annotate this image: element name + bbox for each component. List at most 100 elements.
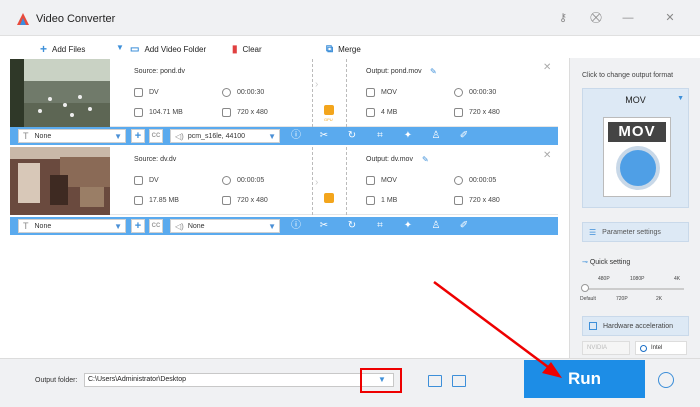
watermark-icon[interactable]: ♙ <box>430 220 442 232</box>
merge-icon: ⧉ <box>326 43 334 55</box>
hardware-acceleration-toggle[interactable]: Hardware acceleration <box>582 316 689 336</box>
close-icon[interactable]: ✕ <box>662 10 678 26</box>
open-folder-icon[interactable] <box>428 375 442 387</box>
clock-icon <box>222 88 231 97</box>
edit-icon[interactable]: ✐ <box>458 220 470 232</box>
format-icon <box>134 176 143 185</box>
source-size: 104.71 MB <box>134 108 183 117</box>
resolution-icon <box>454 108 463 117</box>
remove-file-icon[interactable]: ✕ <box>543 150 551 161</box>
quality-slider[interactable] <box>584 288 684 290</box>
checkbox-icon <box>589 322 597 330</box>
add-files-button[interactable]: + Add Files <box>40 42 85 56</box>
video-preview-icon[interactable] <box>452 375 466 387</box>
source-format-value: DV <box>149 177 159 184</box>
divider <box>346 59 347 127</box>
audio-track-value: pcm_s16le, 44100 <box>187 132 246 140</box>
info-icon[interactable]: ⓘ <box>290 130 302 142</box>
tick-label: 1080P <box>630 276 645 282</box>
chevron-down-icon: ▼ <box>114 132 122 141</box>
output-resolution-value: 720 x 480 <box>469 109 500 116</box>
slider-icon: ⊸ <box>582 259 590 266</box>
merge-button[interactable]: ⧉ Merge <box>326 42 361 56</box>
tick-label: 2K <box>656 296 663 302</box>
source-resolution: 720 x 480 <box>222 108 268 117</box>
text-icon: T <box>23 221 29 231</box>
minimize-icon[interactable]: — <box>620 10 636 26</box>
output-format-value: MOV <box>381 177 397 184</box>
speaker-icon: ◁) <box>175 131 184 141</box>
edit-pencil-icon[interactable]: ✎ <box>422 155 429 164</box>
source-duration-value: 00:00:05 <box>237 177 265 184</box>
resolution-icon <box>222 108 231 117</box>
crop-icon[interactable]: ⌗ <box>374 220 386 232</box>
folder-icon: ▭ <box>130 43 140 55</box>
source-format-value: DV <box>149 89 159 96</box>
edit-pencil-icon[interactable]: ✎ <box>430 67 437 76</box>
nvidia-label: NVIDIA <box>587 345 608 351</box>
source-size-value: 104.71 MB <box>149 109 183 116</box>
cc-icon[interactable]: CC <box>149 219 163 233</box>
source-filename: Source: dv.dv <box>134 156 177 163</box>
quick-setting: ⊸ Quick setting <box>582 258 630 266</box>
file-item[interactable]: Source: dv.dv DV 00:00:05 17.85 MB 720 x… <box>10 147 558 215</box>
source-resolution-value: 720 x 480 <box>237 197 268 204</box>
arrow-right-icon: › <box>315 79 319 90</box>
tick-label: 480P <box>598 276 610 282</box>
subtitle-select[interactable]: T None ▼ <box>18 219 126 233</box>
scissors-icon[interactable]: ✂ <box>318 220 330 232</box>
trash-icon: ▮ <box>232 43 238 55</box>
audio-track-select[interactable]: ◁) None ▼ <box>170 219 280 233</box>
key-icon[interactable]: ⚷ <box>555 10 571 26</box>
source-duration: 00:00:30 <box>222 88 264 97</box>
source-resolution-value: 720 x 480 <box>237 109 268 116</box>
audio-track-select[interactable]: ◁) pcm_s16le, 44100 ▼ <box>170 129 280 143</box>
nvidia-option[interactable]: NVIDIA <box>582 341 630 355</box>
output-size: 1 MB <box>366 196 397 205</box>
watermark-icon[interactable]: ♙ <box>430 130 442 142</box>
output-format-selector[interactable]: MOV ▼ MOV <box>582 88 689 208</box>
divider <box>312 147 313 215</box>
clock-icon <box>454 176 463 185</box>
clear-button[interactable]: ▮ Clear <box>232 42 262 56</box>
plus-icon: + <box>40 42 48 56</box>
slider-handle[interactable] <box>581 284 589 292</box>
radio-icon <box>640 344 647 352</box>
cart-icon[interactable]: ⛒ <box>588 10 604 26</box>
file-icon <box>134 196 143 205</box>
edit-icon[interactable]: ✐ <box>458 130 470 142</box>
format-icon <box>366 88 375 97</box>
add-files-dropdown-icon[interactable]: ▼ <box>116 43 124 52</box>
remove-file-icon[interactable]: ✕ <box>543 62 551 73</box>
highlight-box <box>360 368 402 393</box>
cc-icon[interactable]: CC <box>149 129 163 143</box>
source-format: DV <box>134 88 159 97</box>
crop-icon[interactable]: ⌗ <box>374 130 386 142</box>
parameter-settings-button[interactable]: ☰ Parameter settings <box>582 222 689 242</box>
add-subtitle-button[interactable]: + <box>131 129 145 143</box>
sliders-icon: ☰ <box>589 227 597 237</box>
app-logo-icon <box>17 13 29 25</box>
add-video-folder-button[interactable]: ▭ Add Video Folder <box>130 42 206 56</box>
run-button[interactable]: Run <box>524 360 645 398</box>
tick-label: Default <box>580 296 596 302</box>
divider <box>346 147 347 215</box>
subtitle-value: None <box>34 132 52 140</box>
file-item[interactable]: Source: pond.dv DV 00:00:30 104.71 MB 72… <box>10 59 558 127</box>
scissors-icon[interactable]: ✂ <box>318 130 330 142</box>
rotate-icon[interactable]: ↻ <box>346 220 358 232</box>
source-filename: Source: pond.dv <box>134 68 185 75</box>
alarm-clock-icon[interactable] <box>658 372 674 388</box>
effects-wand-icon[interactable]: ✦ <box>402 130 414 142</box>
output-resolution-value: 720 x 480 <box>469 197 500 204</box>
subtitle-select[interactable]: T None ▼ <box>18 129 126 143</box>
output-folder-input[interactable]: C:\Users\Administrator\Desktop <box>84 373 394 387</box>
info-icon[interactable]: ⓘ <box>290 220 302 232</box>
output-duration: 00:00:05 <box>454 176 496 185</box>
add-subtitle-button[interactable]: + <box>131 219 145 233</box>
intel-option[interactable]: Intel <box>635 341 687 355</box>
effects-wand-icon[interactable]: ✦ <box>402 220 414 232</box>
hardware-acceleration-label: Hardware acceleration <box>603 322 674 330</box>
rotate-icon[interactable]: ↻ <box>346 130 358 142</box>
chevron-down-icon: ▼ <box>677 95 684 102</box>
